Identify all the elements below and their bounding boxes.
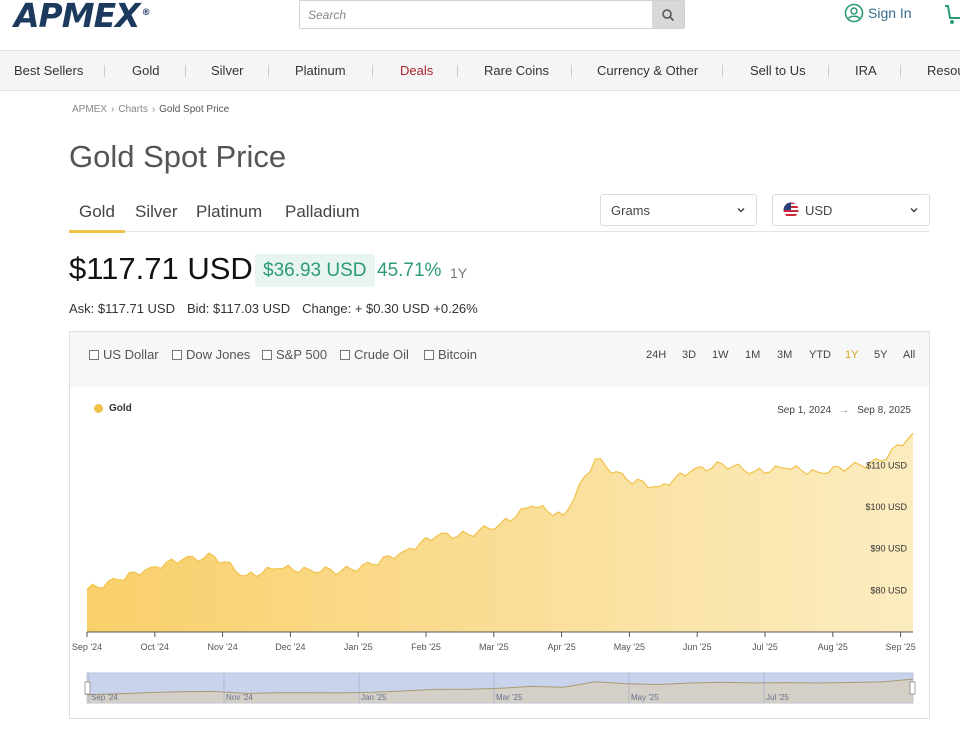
x-tick-label: Jan '25 <box>344 642 373 652</box>
nav-divider <box>722 65 723 77</box>
gold-price-chart[interactable]: $80 USD $90 USD $100 USD $110 USD Sep '24 Oct… <box>70 332 929 718</box>
nav-platinum[interactable]: Platinum <box>295 63 346 78</box>
y-tick-label: $80 USD <box>870 585 907 595</box>
sign-in-label: Sign In <box>868 5 912 21</box>
tab-palladium[interactable]: Palladium <box>285 202 360 230</box>
nav-currency-other[interactable]: Currency & Other <box>597 63 698 78</box>
bid-price: Bid: $117.03 USD <box>186 301 291 316</box>
unit-select-value: Grams <box>611 202 650 218</box>
breadcrumb-chevron-icon: › <box>111 104 115 115</box>
x-tick-label: Jun '25 <box>683 642 712 652</box>
tab-platinum[interactable]: Platinum <box>196 202 262 230</box>
navigator-tick-label: May '25 <box>631 693 659 702</box>
nav-divider <box>268 65 269 77</box>
breadcrumb: APMEX › Charts › Gold Spot Price <box>72 104 229 115</box>
nav-gold[interactable]: Gold <box>132 63 159 78</box>
logo-registered-mark: ® <box>141 8 151 18</box>
x-tick-label: Oct '24 <box>141 642 169 652</box>
x-tick-label: Apr '25 <box>547 642 575 652</box>
x-tick-label: Sep '24 <box>72 642 102 652</box>
chart-panel: US Dollar Dow Jones S&P 500 Crude Oil Bi… <box>69 331 930 719</box>
nav-rare-coins[interactable]: Rare Coins <box>484 63 549 78</box>
price-change-percent: 45.71% <box>377 260 442 281</box>
navigator-tick-label: Jan '25 <box>361 693 387 702</box>
y-tick-label: $100 USD <box>865 502 907 512</box>
navigator-handle-right[interactable] <box>909 681 916 695</box>
ask-bid-line: Ask: $117.71 USD Bid: $117.03 USD Change… <box>69 301 478 316</box>
x-tick-label: Nov '24 <box>207 642 237 652</box>
cart-button[interactable] <box>944 2 960 31</box>
navigator-tick-label: Mar '25 <box>496 693 523 702</box>
navigator-tick-label: Nov '24 <box>226 693 253 702</box>
x-tick-label: Mar '25 <box>479 642 509 652</box>
day-change: Change: + $0.30 USD +0.26% <box>302 301 478 316</box>
chevron-down-icon <box>910 207 918 213</box>
ask-price: Ask: $117.71 USD <box>69 301 175 316</box>
breadcrumb-charts[interactable]: Charts <box>118 104 147 115</box>
nav-sell-to-us[interactable]: Sell to Us <box>750 63 806 78</box>
tab-gold[interactable]: Gold <box>69 202 125 233</box>
currency-select-value: USD <box>805 202 833 218</box>
price-change-badge: $36.93 USD <box>255 254 375 287</box>
breadcrumb-current: Gold Spot Price <box>159 104 230 115</box>
logo-text: APMEX <box>14 0 141 35</box>
nav-best-sellers[interactable]: Best Sellers <box>14 63 83 78</box>
search-input[interactable] <box>300 1 652 28</box>
cart-icon <box>945 5 960 24</box>
tab-silver[interactable]: Silver <box>135 202 178 230</box>
nav-divider <box>372 65 373 77</box>
us-flag-icon <box>783 202 799 218</box>
unit-select[interactable]: Grams <box>600 194 757 226</box>
nav-divider <box>900 65 901 77</box>
navigator-tick-label: Jul '25 <box>766 693 789 702</box>
y-tick-label: $110 USD <box>866 460 907 470</box>
apmex-logo[interactable]: APMEX ® <box>14 0 151 35</box>
currency-select[interactable]: USD <box>772 194 930 226</box>
x-tick-label: Feb '25 <box>411 642 441 652</box>
chevron-down-icon <box>737 207 745 213</box>
search-bar <box>299 0 685 29</box>
nav-resources[interactable]: Resou <box>927 63 960 78</box>
spot-price: $117.71 USD <box>69 251 253 286</box>
x-tick-label: May '25 <box>614 642 645 652</box>
x-tick-label: Aug '25 <box>818 642 848 652</box>
search-icon <box>662 8 675 21</box>
nav-divider <box>571 65 572 77</box>
price-change-period: 1Y <box>450 265 468 281</box>
x-tick-label: Dec '24 <box>275 642 305 652</box>
nav-divider <box>185 65 186 77</box>
nav-divider <box>828 65 829 77</box>
navigator-tick-label: Sep '24 <box>91 693 118 702</box>
nav-divider <box>457 65 458 77</box>
metal-tabs: Gold Silver Platinum Palladium Grams USD <box>69 194 930 233</box>
x-tick-label: Jul '25 <box>752 642 778 652</box>
sign-in-link[interactable]: Sign In <box>844 3 912 23</box>
page-title: Gold Spot Price <box>69 139 287 174</box>
x-tick-label: Sep '25 <box>885 642 915 652</box>
breadcrumb-apmex[interactable]: APMEX <box>72 104 107 115</box>
nav-divider <box>104 65 105 77</box>
nav-ira[interactable]: IRA <box>855 63 877 78</box>
main-nav: Best Sellers Gold Silver Platinum Deals … <box>0 50 960 91</box>
user-icon <box>844 3 864 23</box>
y-tick-label: $90 USD <box>870 544 907 554</box>
breadcrumb-chevron-icon: › <box>151 104 156 115</box>
nav-deals[interactable]: Deals <box>400 63 433 78</box>
site-header: APMEX® Sign In <box>0 0 960 50</box>
gold-area-fill <box>87 433 913 632</box>
nav-silver[interactable]: Silver <box>211 63 244 78</box>
navigator-handle-left[interactable] <box>84 681 91 695</box>
search-button[interactable] <box>652 1 684 28</box>
